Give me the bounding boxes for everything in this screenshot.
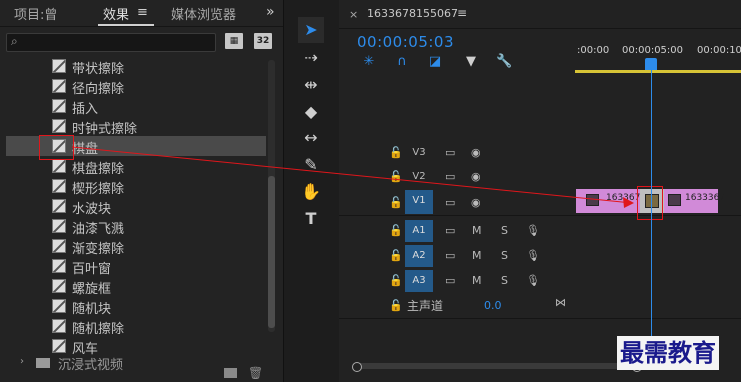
watermark-logo: 最需教育 xyxy=(617,336,719,370)
annotation-arrow xyxy=(71,146,634,208)
